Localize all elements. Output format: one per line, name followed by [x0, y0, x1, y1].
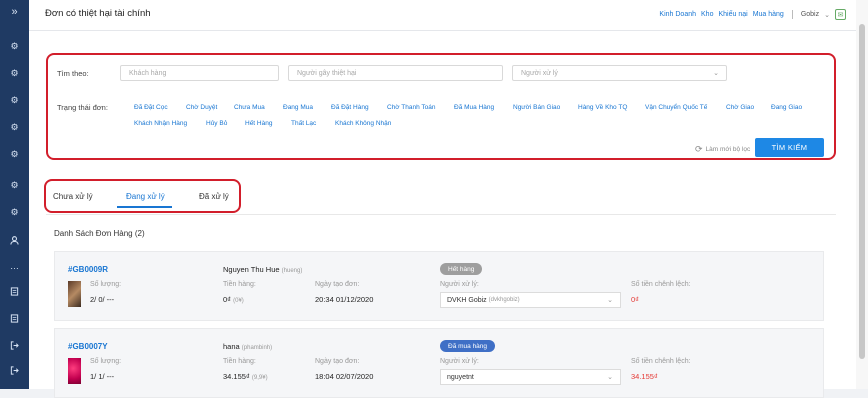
avatar[interactable]: ✉: [835, 9, 846, 20]
refresh-icon: ⟳: [695, 144, 703, 154]
diff-label: Số tiền chênh lệch:: [631, 358, 691, 365]
order-list-title: Danh Sách Đơn Hàng (2): [54, 229, 145, 238]
diff-label: Số tiền chênh lệch:: [631, 281, 691, 288]
handler-label: Người xử lý:: [440, 281, 479, 288]
created-value: 18:04 02/07/2020: [315, 372, 374, 381]
customer-name: Nguyen Thu Hue (hueng): [223, 265, 303, 274]
status-label: Trạng thái đơn:: [57, 103, 108, 112]
product-image: [68, 281, 81, 307]
diff-value: 34.155₫: [631, 372, 658, 381]
status-filter[interactable]: Chưa Mua: [234, 104, 265, 111]
status-filter[interactable]: Khách Nhận Hàng: [134, 120, 187, 127]
expand-icon[interactable]: »: [0, 4, 29, 20]
settings-icon[interactable]: ⚙: [0, 65, 29, 81]
more-icon[interactable]: …: [0, 258, 29, 274]
status-badge: Đã mua hàng: [440, 340, 496, 352]
divider: [46, 214, 836, 215]
handler-dropdown[interactable]: DVKH Gobiz (dvkhgobiz) ⌄: [440, 292, 621, 308]
status-filter[interactable]: Đang Mua: [283, 104, 313, 111]
qty-label: Số lượng:: [90, 358, 122, 365]
status-filter[interactable]: Người Bán Giao: [513, 104, 560, 111]
settings-icon[interactable]: ⚙: [0, 92, 29, 108]
nav-mua-hang[interactable]: Mua hàng: [753, 11, 784, 18]
reset-filter-button[interactable]: ⟳ Làm mới bộ lọc: [695, 144, 750, 155]
qty-label: Số lượng:: [90, 281, 122, 288]
sidebar: » ⚙ ⚙ ⚙ ⚙ ⚙ ⚙ ⚙ …: [0, 0, 29, 389]
scrollbar[interactable]: [856, 0, 868, 389]
status-badge: Hết hàng: [440, 263, 483, 275]
search-button[interactable]: TÌM KIẾM: [755, 138, 824, 157]
status-filter[interactable]: Chờ Thanh Toán: [387, 104, 435, 111]
top-bar: Đơn có thiệt hại tài chính Kinh Doanh Kh…: [29, 0, 856, 31]
user-icon[interactable]: [0, 232, 29, 248]
search-by-label: Tìm theo:: [57, 69, 89, 78]
document-icon[interactable]: [0, 283, 29, 299]
qty-value: 1/ 1/ ---: [90, 372, 115, 381]
nav-khieu-nai[interactable]: Khiếu nại: [718, 11, 747, 18]
goods-value: 34.155₫ (9,9¥): [223, 372, 268, 381]
created-label: Ngày tạo đơn:: [315, 358, 360, 365]
nav-kinh-doanh[interactable]: Kinh Doanh: [659, 11, 696, 18]
nav-kho[interactable]: Kho: [701, 11, 713, 18]
nav-divider: [791, 10, 793, 19]
chevron-down-icon: ⌄: [607, 374, 613, 381]
active-tab-indicator: [117, 206, 172, 208]
status-filter[interactable]: Hủy Bỏ: [206, 120, 227, 127]
top-nav: Kinh Doanh Kho Khiếu nại Mua hàng Gobiz …: [659, 9, 846, 20]
scrollbar-thumb[interactable]: [859, 24, 865, 359]
status-filter[interactable]: Hàng Về Kho TQ: [578, 104, 627, 111]
handler-label: Người xử lý:: [440, 358, 479, 365]
user-menu[interactable]: Gobiz: [801, 11, 819, 18]
tab-processed[interactable]: Đã xử lý: [199, 192, 229, 201]
chevron-down-icon[interactable]: ⌄: [824, 11, 830, 19]
document-icon[interactable]: [0, 310, 29, 326]
product-image: [68, 358, 81, 384]
qty-value: 2/ 0/ ---: [90, 295, 115, 304]
order-id[interactable]: #GB0009R: [68, 265, 108, 274]
status-filter[interactable]: Đã Đặt Hàng: [331, 104, 369, 111]
status-filter[interactable]: Đã Mua Hàng: [454, 104, 494, 111]
settings-icon[interactable]: ⚙: [0, 38, 29, 54]
damager-input[interactable]: Người gây thiệt hại: [288, 65, 503, 81]
chevron-down-icon: ⌄: [713, 70, 719, 77]
reset-filter-label: Làm mới bộ lọc: [705, 146, 751, 153]
order-card: #GB0009R Số lượng: 2/ 0/ --- Nguyen Thu …: [54, 251, 824, 321]
diff-value: 0₫: [631, 295, 640, 304]
tab-unprocessed[interactable]: Chưa xử lý: [53, 192, 93, 201]
logout-icon[interactable]: [0, 337, 29, 353]
goods-label: Tiền hàng:: [223, 281, 256, 288]
customer-input[interactable]: Khách hàng: [120, 65, 279, 81]
handler-select[interactable]: Người xử lý ⌄: [512, 65, 727, 81]
chevron-down-icon: ⌄: [607, 297, 613, 304]
settings-icon[interactable]: ⚙: [0, 177, 29, 193]
status-filter[interactable]: Đã Đặt Cọc: [134, 104, 168, 111]
status-filter[interactable]: Chờ Duyệt: [186, 104, 217, 111]
status-filter[interactable]: Thất Lạc: [291, 120, 316, 127]
handler-dropdown[interactable]: nguyetnt ⌄: [440, 369, 621, 385]
goods-label: Tiền hàng:: [223, 358, 256, 365]
settings-icon[interactable]: ⚙: [0, 146, 29, 162]
settings-icon[interactable]: ⚙: [0, 119, 29, 135]
created-label: Ngày tạo đơn:: [315, 281, 360, 288]
order-id[interactable]: #GB0007Y: [68, 342, 108, 351]
order-card: #GB0007Y Số lượng: 1/ 1/ --- hana (phamb…: [54, 328, 824, 398]
status-filter[interactable]: Đang Giao: [771, 104, 802, 111]
logout-icon[interactable]: [0, 362, 29, 378]
settings-icon[interactable]: ⚙: [0, 204, 29, 220]
tab-processing[interactable]: Đang xử lý: [126, 192, 165, 201]
status-filter[interactable]: Vận Chuyển Quốc Tế: [645, 104, 707, 111]
main-content: Tìm theo: Khách hàng Người gây thiệt hại…: [29, 31, 856, 398]
customer-name: hana (phambinh): [223, 342, 273, 351]
status-filter[interactable]: Khách Không Nhận: [335, 120, 391, 127]
created-value: 20:34 01/12/2020: [315, 295, 374, 304]
goods-value: 0₫ (0¥): [223, 295, 244, 304]
page-title: Đơn có thiệt hại tài chính: [45, 8, 151, 19]
status-filter[interactable]: Chờ Giao: [726, 104, 754, 111]
status-filter[interactable]: Hết Hàng: [245, 120, 272, 127]
